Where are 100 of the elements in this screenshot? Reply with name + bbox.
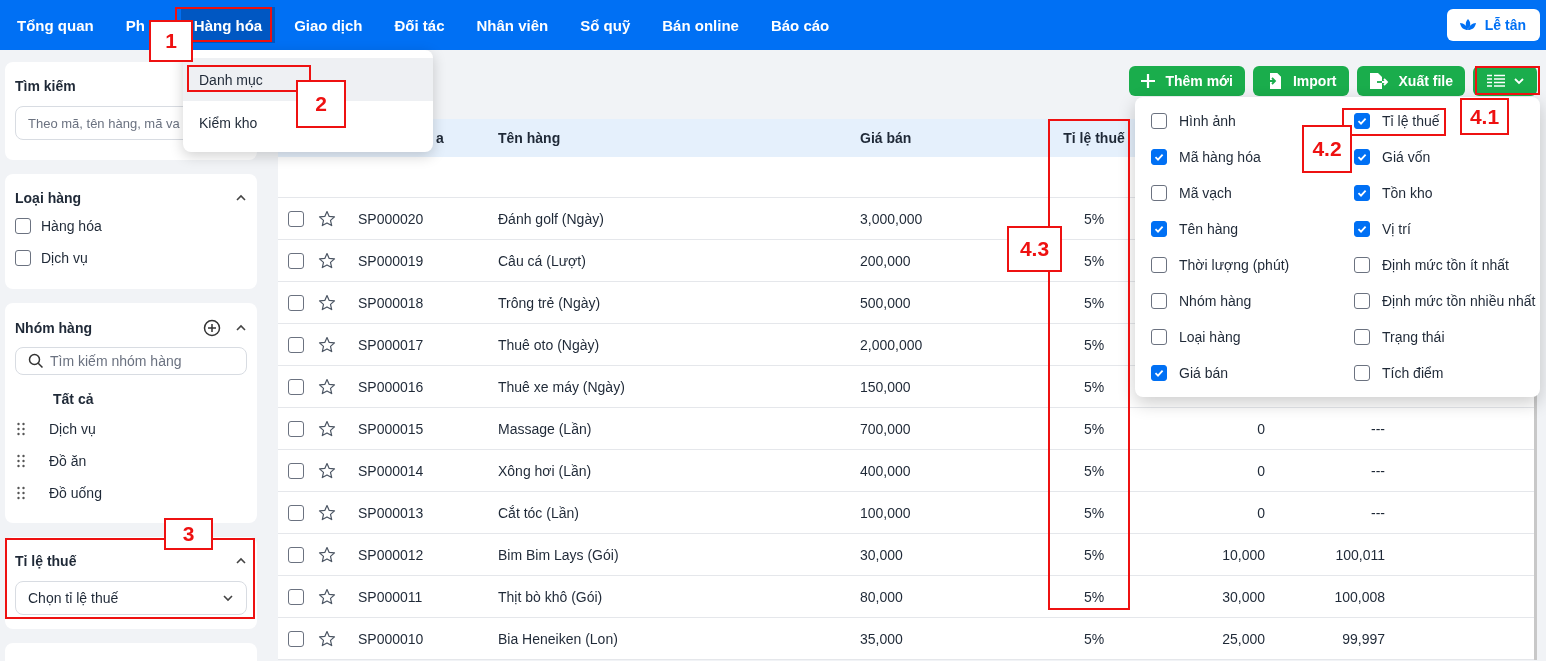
checkbox[interactable] (1354, 221, 1370, 237)
star-icon[interactable] (318, 545, 336, 564)
dropdown-icon[interactable] (222, 592, 234, 604)
card-title: Tỉ lệ thuế (15, 553, 77, 569)
star-icon[interactable] (318, 587, 336, 606)
reception-button[interactable]: Lễ tân (1446, 9, 1540, 41)
row-checkbox[interactable] (288, 462, 304, 479)
checkbox[interactable] (1354, 257, 1370, 273)
add-circle-icon[interactable] (203, 319, 221, 337)
nav-tab[interactable]: Đối tác (381, 7, 458, 43)
star-icon[interactable] (318, 335, 336, 354)
nav-tab[interactable]: Bán online (649, 7, 752, 43)
checkbox-label: Nhóm hàng (1179, 293, 1252, 309)
card-title: Nhóm hàng (15, 320, 92, 336)
table-cell-text: 5% (1082, 588, 1106, 605)
checkbox[interactable] (1151, 293, 1167, 309)
row-checkbox[interactable] (288, 504, 304, 521)
row-checkbox[interactable] (288, 378, 304, 395)
table-cell-text: SP000018 (357, 294, 425, 311)
table-cell-text: 10,000 (1221, 546, 1266, 563)
drag-handle-icon[interactable] (17, 486, 25, 500)
toolbar-button[interactable]: Xuất file (1356, 66, 1465, 96)
table-cell-text: Đánh golf (Ngày) (497, 210, 605, 227)
group-item[interactable]: Đồ uống (49, 485, 102, 501)
table-cell-text: 99,997 (1341, 630, 1386, 647)
checkbox[interactable] (15, 250, 31, 266)
star-icon[interactable] (318, 629, 336, 648)
checkbox-label: Mã hàng hóa (1179, 149, 1261, 165)
column-header: a (435, 130, 445, 146)
checkbox[interactable] (1354, 113, 1370, 129)
star-icon[interactable] (318, 251, 336, 270)
nav-tab[interactable]: Báo cáo (757, 7, 843, 43)
checkbox[interactable] (1354, 365, 1370, 381)
row-checkbox[interactable] (288, 252, 304, 269)
table-cell-text: 0 (1256, 504, 1266, 521)
checkbox[interactable] (1151, 113, 1167, 129)
row-checkbox[interactable] (288, 420, 304, 437)
table-cell-text: 5% (1082, 336, 1106, 353)
checkbox[interactable] (1151, 185, 1167, 201)
table-cell-text: 700,000 (859, 420, 912, 437)
checkbox[interactable] (1354, 293, 1370, 309)
table-cell-text: 3,000,000 (859, 210, 924, 227)
checkbox-label: Định mức tồn nhiều nhất (1382, 293, 1536, 309)
star-icon[interactable] (318, 503, 336, 522)
toolbar-button[interactable]: Import (1252, 66, 1349, 96)
nav-tab[interactable]: Giao dịch (281, 7, 376, 43)
tax-rate-select[interactable]: Chọn tỉ lệ thuế (15, 581, 247, 615)
table-cell-text: SP000015 (357, 420, 425, 437)
group-search-field[interactable]: Tìm kiếm nhóm hàng (15, 347, 247, 375)
checkbox[interactable] (1354, 149, 1370, 165)
nav-tab[interactable]: Tổng quan (4, 7, 107, 43)
row-checkbox[interactable] (288, 546, 304, 563)
star-icon[interactable] (318, 461, 336, 480)
card-title: Tìm kiếm (15, 78, 76, 94)
drag-handle-icon[interactable] (17, 454, 25, 468)
table-cell-text: Cắt tóc (Lần) (497, 504, 580, 521)
row-checkbox[interactable] (288, 294, 304, 311)
checkbox[interactable] (1151, 329, 1167, 345)
check-icon (1356, 115, 1368, 127)
row-checkbox[interactable] (288, 588, 304, 605)
checkbox[interactable] (15, 218, 31, 234)
toolbar-button[interactable]: Thêm mới (1129, 66, 1245, 96)
checkbox-label: Vị trí (1382, 221, 1411, 237)
callout-number: 4.1 (1460, 98, 1509, 135)
nav-tab[interactable]: Sổ quỹ (567, 7, 644, 43)
star-icon[interactable] (318, 419, 336, 438)
table-cell-text: SP000014 (357, 462, 425, 479)
checkbox[interactable] (1151, 257, 1167, 273)
checkbox[interactable] (1354, 329, 1370, 345)
drag-handle-icon[interactable] (17, 422, 25, 436)
table-cell-text: 500,000 (859, 294, 912, 311)
nav-tab[interactable]: Nhân viên (463, 7, 562, 43)
checkbox-label: Giá bán (1179, 365, 1229, 381)
star-icon[interactable] (318, 209, 336, 228)
row-checkbox[interactable] (288, 630, 304, 647)
group-item[interactable]: Đồ ăn (49, 453, 87, 469)
table-cell-text: 0 (1256, 420, 1266, 437)
table-cell-text: SP000010 (357, 630, 425, 647)
table-cell-text: SP000011 (357, 588, 424, 605)
callout-number: 2 (296, 80, 346, 128)
star-icon[interactable] (318, 377, 336, 396)
nav-tab[interactable]: Ph (112, 7, 146, 43)
group-item[interactable]: Tất cả (53, 391, 94, 407)
table-cell-text: 100,008 (1333, 588, 1386, 605)
row-checkbox[interactable] (288, 336, 304, 353)
table-cell-text: 150,000 (859, 378, 912, 395)
checkbox-label: Loại hàng (1179, 329, 1241, 345)
row-checkbox[interactable] (288, 210, 304, 227)
checkbox[interactable] (1151, 221, 1167, 237)
table-cell-text: 30,000 (859, 546, 904, 563)
table-cell-text: 5% (1082, 546, 1106, 563)
table-cell-text: --- (1370, 462, 1386, 479)
checkbox[interactable] (1354, 185, 1370, 201)
star-icon[interactable] (318, 293, 336, 312)
table-cell-text: SP000017 (357, 336, 425, 353)
table-cell-text: Thuê xe máy (Ngày) (497, 378, 626, 395)
checkbox[interactable] (1151, 149, 1167, 165)
group-item[interactable]: Dịch vụ (49, 421, 96, 437)
table-cell-text: --- (1370, 504, 1386, 521)
checkbox[interactable] (1151, 365, 1167, 381)
